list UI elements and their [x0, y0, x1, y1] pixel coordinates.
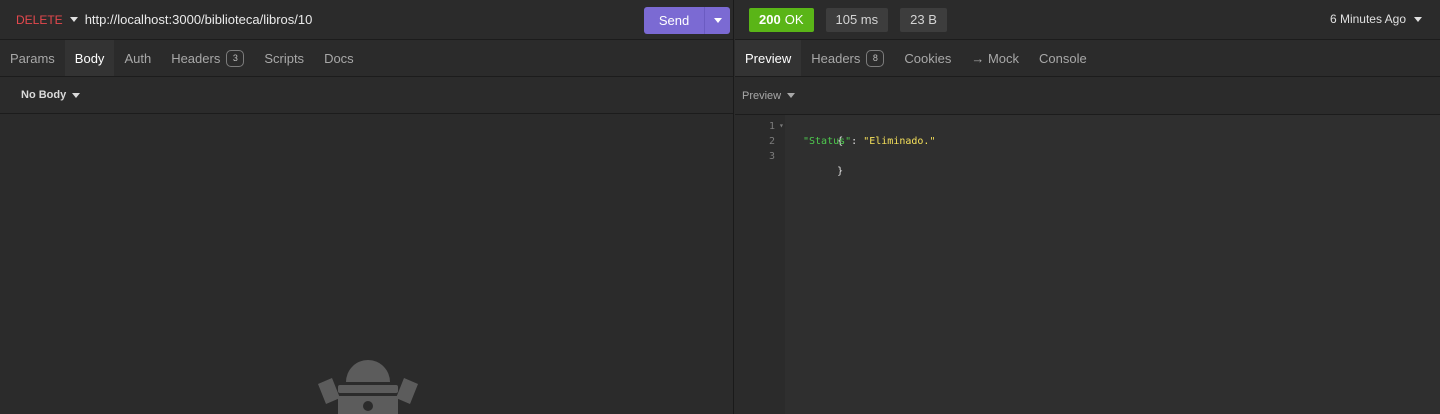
headers-count-badge: 8	[866, 49, 885, 67]
chevron-down-icon	[713, 18, 722, 23]
response-time-badge: 105 ms	[825, 7, 889, 32]
line-number: 3	[768, 151, 775, 162]
tab-label: Docs	[324, 50, 354, 66]
tab-label: Body	[74, 50, 105, 66]
preview-mode-label: Preview	[742, 89, 782, 102]
preview-mode-selector[interactable]: Preview	[742, 90, 802, 102]
body-type-selector[interactable]: No Body	[21, 89, 87, 101]
tab-body[interactable]: Body	[64, 40, 115, 76]
code-line: {	[789, 119, 843, 147]
response-tabs: Preview Headers 8 Cookies → Mock Console	[735, 40, 1440, 77]
tab-label: Scripts	[264, 50, 305, 66]
code-line: }	[789, 149, 843, 177]
response-history-selector[interactable]: 6 Minutes Ago	[1330, 12, 1422, 26]
url-bar: DELETE http://localhost:3000/biblioteca/…	[0, 0, 733, 40]
tab-label: Preview	[745, 50, 792, 66]
tab-scripts[interactable]: Scripts	[254, 40, 314, 76]
headers-count-badge: 3	[226, 49, 245, 67]
send-button[interactable]: Send	[644, 7, 704, 34]
line-number: 2	[768, 136, 775, 147]
fold-toggle-icon[interactable]: ▾	[779, 121, 784, 130]
tab-preview[interactable]: Preview	[735, 40, 802, 76]
status-code: 200	[759, 12, 781, 27]
tab-headers[interactable]: Headers 3	[161, 40, 254, 76]
send-button-group: Send	[644, 7, 730, 34]
response-pane: 200 OK 105 ms 23 B 6 Minutes Ago Preview…	[735, 0, 1440, 414]
tab-label: Cookies	[904, 50, 952, 66]
chevron-down-icon	[787, 93, 796, 98]
send-options-button[interactable]	[704, 7, 730, 34]
chevron-down-icon	[72, 92, 81, 98]
code-line: "Status": "Eliminado."	[803, 134, 935, 149]
tab-params[interactable]: Params	[0, 40, 65, 76]
line-number: 1	[768, 121, 775, 132]
tab-cookies[interactable]: Cookies	[894, 40, 961, 76]
preview-toolbar: Preview	[735, 77, 1440, 115]
tab-mock[interactable]: → Mock	[961, 40, 1029, 76]
response-size-badge: 23 B	[900, 7, 947, 32]
request-tabs: Params Body Auth Headers 3 Scripts Docs	[0, 40, 733, 77]
status-text: OK	[784, 12, 804, 27]
json-brace: }	[837, 166, 844, 177]
tab-docs[interactable]: Docs	[314, 40, 364, 76]
code-content: { "Status": "Eliminado." }	[785, 115, 1440, 414]
response-status-bar: 200 OK 105 ms 23 B 6 Minutes Ago	[735, 0, 1440, 40]
request-pane: DELETE http://localhost:3000/biblioteca/…	[0, 0, 734, 414]
method-selector[interactable]: DELETE	[16, 13, 63, 27]
url-input[interactable]: http://localhost:3000/biblioteca/libros/…	[85, 12, 313, 27]
tab-response-headers[interactable]: Headers 8	[801, 40, 894, 76]
tab-label: Console	[1039, 50, 1087, 66]
tab-label: Auth	[124, 50, 152, 66]
tab-label: Headers	[811, 50, 861, 66]
body-toolbar: No Body	[0, 77, 733, 114]
json-key: "Status"	[803, 136, 852, 147]
chevron-down-icon	[1414, 16, 1422, 22]
json-colon: :	[851, 136, 864, 147]
tab-label: → Mock	[971, 50, 1020, 66]
tab-label: Headers	[171, 50, 221, 66]
tab-auth[interactable]: Auth	[114, 40, 161, 76]
line-gutter: 1 ▾ 2 3	[735, 115, 785, 414]
tab-label: Params	[10, 50, 55, 66]
status-badge: 200 OK	[749, 7, 814, 32]
empty-body-illustration-icon	[318, 360, 418, 414]
time-ago-label: 6 Minutes Ago	[1329, 12, 1406, 26]
response-code-viewer[interactable]: 1 ▾ 2 3 { "Status": "Eliminado." }	[735, 115, 1440, 414]
json-string-value: "Eliminado."	[863, 136, 936, 147]
body-type-label: No Body	[21, 89, 67, 101]
tab-console[interactable]: Console	[1029, 40, 1097, 76]
method-dropdown-icon[interactable]	[69, 17, 78, 22]
